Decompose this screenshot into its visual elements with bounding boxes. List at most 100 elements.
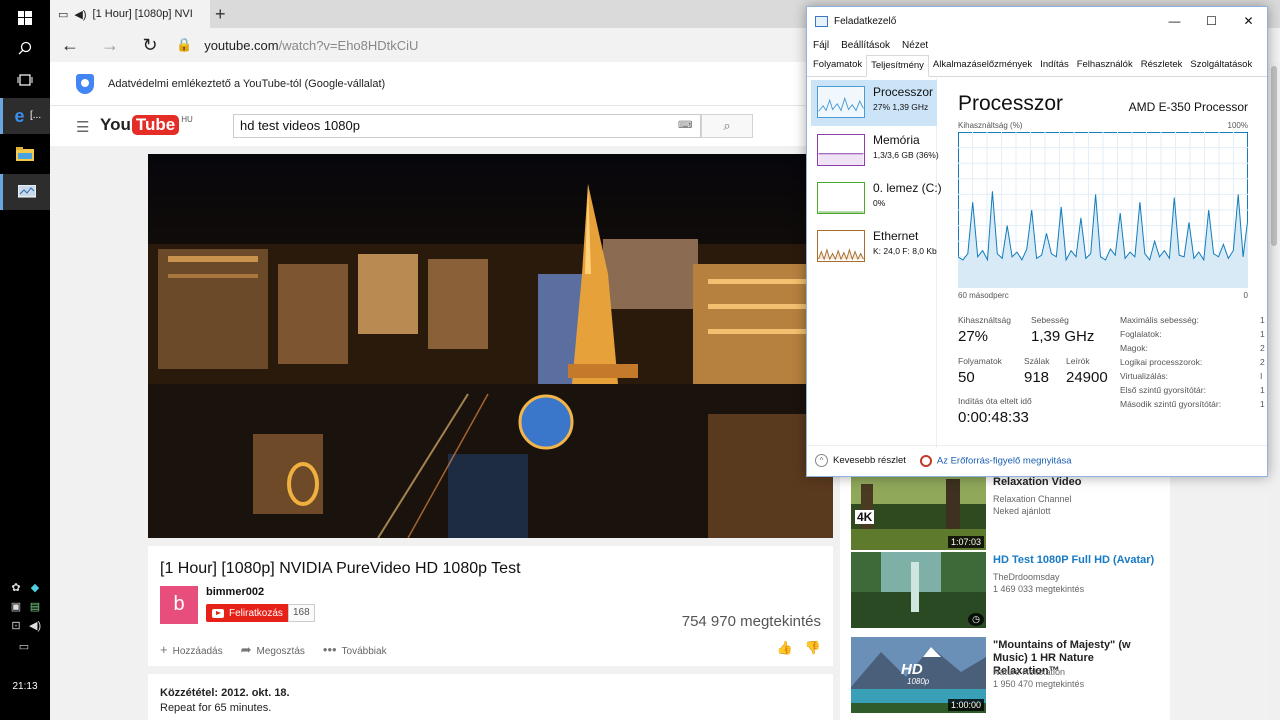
task-view-button[interactable]	[0, 62, 50, 98]
action-center-icon[interactable]: ▭	[18, 641, 30, 653]
threads-label: Szálak	[1024, 356, 1050, 366]
dislike-icon[interactable]: 👎	[805, 640, 821, 656]
video-duration: 1:07:03	[947, 536, 984, 548]
channel-name[interactable]: bimmer002	[206, 586, 264, 598]
page-scrollbar[interactable]	[1268, 62, 1280, 720]
resource-memory[interactable]: Memória 1,3/3,6 GB (36%)	[811, 128, 939, 174]
new-tab-button[interactable]: +	[215, 4, 226, 25]
resource-value: 0%	[873, 198, 886, 208]
search-icon	[18, 41, 32, 55]
menu-file[interactable]: Fájl	[813, 40, 829, 51]
menu-options[interactable]: Beállítások	[841, 40, 890, 51]
related-video[interactable]: HD 1080p 1:00:00 "Mountains of Majesty" …	[851, 637, 1161, 713]
search-input[interactable]: hd test videos 1080p	[233, 114, 701, 138]
tab-performance[interactable]: Teljesítmény	[866, 55, 929, 77]
related-channel[interactable]: Nature Relaxation	[993, 667, 1065, 677]
tab-users[interactable]: Felhasználók	[1073, 55, 1137, 77]
folder-icon	[16, 147, 34, 161]
video-description: Közzététel: 2012. okt. 18. Repeat for 65…	[148, 674, 833, 720]
related-title[interactable]: HD Test 1080P Full HD (Avatar)	[993, 554, 1163, 567]
like-icon[interactable]: 👍	[777, 640, 793, 656]
related-channel[interactable]: Relaxation Channel	[993, 494, 1072, 504]
tab-details[interactable]: Részletek	[1137, 55, 1187, 77]
related-video[interactable]: ◷ HD Test 1080P Full HD (Avatar) TheDrdo…	[851, 552, 1161, 628]
related-thumbnail[interactable]: 4K 1:07:03	[851, 474, 986, 550]
resource-monitor-icon	[919, 454, 932, 467]
related-thumbnail[interactable]: HD 1080p 1:00:00	[851, 637, 986, 713]
graph-label: Kihasználtság (%)	[958, 121, 1023, 130]
menu-icon[interactable]: ☰	[76, 118, 89, 136]
tab-audio-icon[interactable]: ◀)	[74, 8, 86, 21]
taskbar-edge[interactable]: e	[0, 98, 50, 134]
subscribe-button[interactable]: Feliratkozás	[206, 604, 289, 622]
publish-date: Közzététel: 2012. okt. 18.	[160, 687, 290, 699]
search-button[interactable]: ⌕	[701, 114, 753, 138]
security-icon[interactable]: ◆	[29, 582, 41, 594]
logo-region: HU	[181, 115, 193, 124]
resource-ethernet[interactable]: Ethernet K: 24,0 F: 8,0 Kb	[811, 224, 937, 270]
close-button[interactable]: ✕	[1230, 7, 1267, 35]
clock-icon[interactable]: ◷	[968, 613, 984, 626]
share-label: Megosztás	[256, 646, 305, 657]
related-thumbnail[interactable]: ◷	[851, 552, 986, 628]
more-button[interactable]: ••• Továbbiak	[323, 642, 387, 658]
tab-app-history[interactable]: Alkalmazáselőzmények	[929, 55, 1036, 77]
subscriber-count: 168	[288, 604, 315, 622]
forward-button[interactable]: →	[90, 35, 130, 56]
resource-name: Processzor	[873, 85, 934, 99]
search-button[interactable]	[0, 30, 50, 66]
network-icon[interactable]: ⊡	[10, 620, 22, 632]
taskbar: e [... ✿ ◆ ▣ ▤ ⊡ ◀) ▭ 21:13	[0, 0, 50, 720]
video-duration: 1:00:00	[947, 699, 984, 711]
resource-name: Ethernet	[873, 229, 919, 243]
badge-1080p: 1080p	[907, 677, 930, 686]
related-title[interactable]: Relaxation Video	[993, 476, 1163, 489]
update-icon[interactable]: ▤	[29, 601, 41, 613]
disk-sparkline	[817, 182, 865, 214]
fewer-details-button[interactable]: ^ Kevesebb részlet	[815, 454, 906, 467]
more-icon: •••	[322, 642, 337, 657]
tab-startup[interactable]: Indítás	[1036, 55, 1073, 77]
search-icon: ⌕	[723, 118, 731, 133]
fewer-details-label: Kevesebb részlet	[833, 455, 906, 467]
menu-view[interactable]: Nézet	[902, 40, 928, 51]
clock[interactable]: 21:13	[0, 681, 50, 692]
edge-label: [...	[30, 110, 42, 121]
tab-services[interactable]: Szolgáltatások	[1186, 55, 1256, 77]
resource-disk[interactable]: 0. lemez (C:) 0%	[811, 176, 942, 222]
related-meta: 1 469 033 megtekintés	[993, 584, 1085, 594]
channel-avatar[interactable]: b	[160, 586, 198, 624]
resource-monitor-link[interactable]: Az Erőforrás-figyelő megnyitása	[919, 454, 1072, 467]
address-bar[interactable]: youtube.com/watch?v=Eho8HDtkCiU	[204, 38, 418, 53]
detail-l2-cache: Második szintű gyorsítótár:	[1120, 399, 1222, 409]
taskbar-taskmanager[interactable]	[0, 174, 50, 210]
volume-icon[interactable]: ◀)	[29, 620, 41, 632]
taskbar-explorer[interactable]	[0, 136, 50, 172]
youtube-logo[interactable]: You Tube HU	[100, 115, 193, 135]
keyboard-icon[interactable]: ⌨	[678, 120, 692, 131]
detail-l1-cache-value: 1	[1260, 385, 1265, 395]
lock-icon[interactable]: 🔒	[176, 37, 192, 53]
detail-sockets: Foglalatok:	[1120, 329, 1162, 339]
add-to-button[interactable]: + Hozzáadás	[160, 642, 223, 658]
description-text: Repeat for 65 minutes.	[160, 702, 272, 714]
url-host: youtube.com	[204, 37, 279, 53]
minimize-button[interactable]: —	[1156, 7, 1193, 35]
share-button[interactable]: ➦ Megosztás	[241, 642, 305, 658]
logo-you: You	[100, 115, 131, 134]
resource-cpu[interactable]: Processzor 27% 1,39 GHz	[811, 80, 937, 126]
rating-buttons: 👍 👎	[777, 640, 821, 656]
back-button[interactable]: ←	[50, 35, 90, 56]
browser-tab[interactable]: ▭ ◀) [1 Hour] [1080p] NVI	[50, 0, 210, 28]
related-channel[interactable]: TheDrdoomsday	[993, 572, 1060, 582]
scroll-thumb[interactable]	[1271, 66, 1277, 246]
refresh-button[interactable]: ↻	[130, 35, 170, 56]
network-app-icon[interactable]: ✿	[10, 582, 22, 594]
detail-max-speed-value: 1	[1260, 315, 1265, 325]
util-value: 27%	[958, 328, 989, 345]
device-icon[interactable]: ▣	[10, 601, 22, 613]
video-player[interactable]	[148, 154, 833, 538]
related-video[interactable]: 4K 1:07:03 Relaxation Video Relaxation C…	[851, 474, 1161, 550]
maximize-button[interactable]: ☐	[1193, 7, 1230, 35]
tab-processes[interactable]: Folyamatok	[809, 55, 866, 77]
